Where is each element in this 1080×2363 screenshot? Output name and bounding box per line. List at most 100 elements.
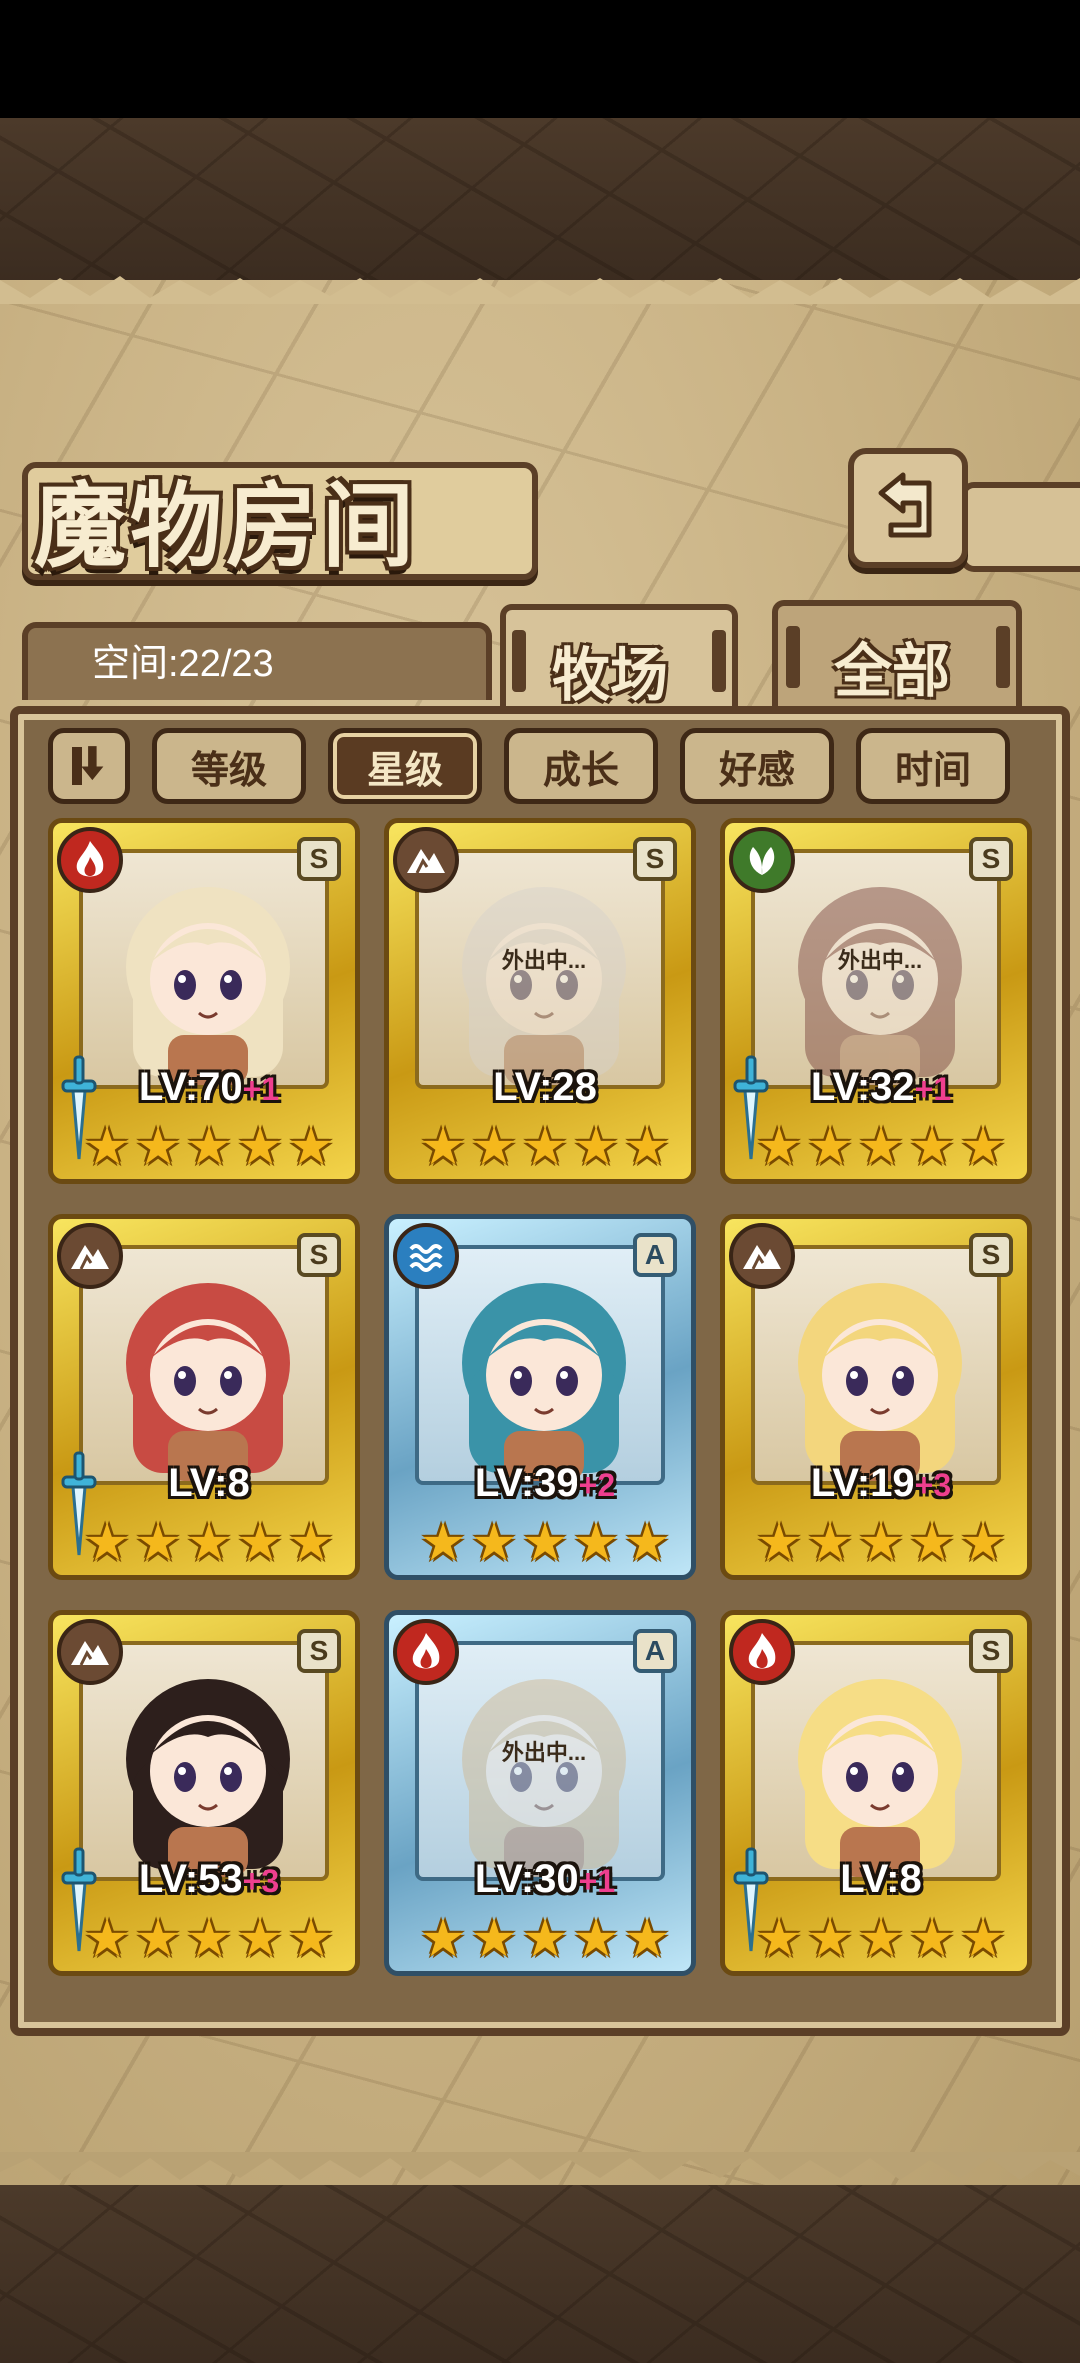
monster-portrait — [462, 1283, 626, 1481]
star-icon: ★ — [623, 1513, 671, 1573]
level-bonus: +1 — [578, 1863, 616, 1899]
star-icon: ★ — [236, 1513, 284, 1573]
level-bonus: +2 — [578, 1467, 616, 1503]
monster-card[interactable]: S LV:19+3 ★ ★ ★ ★ ★ — [720, 1214, 1032, 1580]
torn-edge-bottom — [0, 2152, 1080, 2180]
level-value: LV:8 — [168, 1461, 250, 1505]
star-icon: ★ — [572, 1513, 620, 1573]
capacity-label: 空间:22/23 — [92, 643, 274, 685]
star-icon: ★ — [755, 1513, 803, 1573]
star-icon: ★ — [419, 1117, 467, 1177]
star-rating: ★ ★ ★ ★ ★ — [419, 1121, 671, 1177]
star-icon: ★ — [908, 1513, 956, 1573]
tab-deco-left — [786, 626, 800, 688]
sort-bar: 等级 星级 成长 好感 时间 — [48, 728, 1010, 804]
star-icon: ★ — [185, 1909, 233, 1969]
star-icon: ★ — [908, 1909, 956, 1969]
star-icon: ★ — [470, 1513, 518, 1573]
monster-card[interactable]: 外出中... S LV:28 ★ ★ ★ ★ ★ — [384, 818, 696, 1184]
monster-card[interactable]: A LV:39+2 ★ ★ ★ ★ ★ — [384, 1214, 696, 1580]
star-rating: ★ ★ ★ ★ ★ — [83, 1517, 335, 1573]
mountain-icon — [393, 827, 459, 893]
monster-portrait-frame — [79, 1641, 329, 1881]
star-icon: ★ — [287, 1909, 335, 1969]
star-icon: ★ — [908, 1117, 956, 1177]
monster-card[interactable]: S LV:53+3 ★ ★ ★ ★ ★ — [48, 1610, 360, 1976]
star-icon: ★ — [623, 1117, 671, 1177]
star-icon: ★ — [236, 1117, 284, 1177]
level-bonus: +3 — [914, 1467, 952, 1503]
game-screen: 魔物房间 空间:22/23 牧场 全部 等级 星级 成长 好感 时间 S LV:7… — [0, 0, 1080, 2363]
star-icon: ★ — [470, 1909, 518, 1969]
sort-order-toggle[interactable] — [48, 728, 130, 804]
level-bonus: +1 — [914, 1071, 952, 1107]
monster-portrait — [798, 1679, 962, 1877]
star-icon: ★ — [959, 1513, 1007, 1573]
flame-icon — [393, 1619, 459, 1685]
star-icon: ★ — [236, 1909, 284, 1969]
sort-growth-button[interactable]: 成长 — [504, 728, 658, 804]
star-rating: ★ ★ ★ ★ ★ — [83, 1121, 335, 1177]
monster-level: LV:8 — [53, 1461, 365, 1506]
away-status: 外出中... — [501, 1740, 587, 1765]
star-icon: ★ — [134, 1909, 182, 1969]
star-rating: ★ ★ ★ ★ ★ — [755, 1913, 1007, 1969]
star-icon: ★ — [755, 1117, 803, 1177]
star-icon: ★ — [419, 1513, 467, 1573]
monster-portrait-frame — [79, 849, 329, 1089]
star-rating: ★ ★ ★ ★ ★ — [419, 1913, 671, 1969]
rank-badge: A — [633, 1233, 677, 1277]
monster-card[interactable]: 外出中... S LV:32+1 ★ ★ ★ ★ ★ — [720, 818, 1032, 1184]
star-icon: ★ — [521, 1909, 569, 1969]
star-icon: ★ — [806, 1117, 854, 1177]
monster-card[interactable]: S LV:8 ★ ★ ★ ★ ★ — [720, 1610, 1032, 1976]
monster-level: LV:28 — [389, 1065, 701, 1110]
monster-card[interactable]: S LV:8 ★ ★ ★ ★ ★ — [48, 1214, 360, 1580]
star-icon: ★ — [857, 1513, 905, 1573]
star-icon: ★ — [134, 1117, 182, 1177]
tab-pasture-label: 牧场 — [552, 641, 669, 709]
star-icon: ★ — [419, 1909, 467, 1969]
rank-badge: S — [969, 837, 1013, 881]
level-value: LV:8 — [840, 1857, 922, 1901]
star-icon: ★ — [287, 1117, 335, 1177]
star-icon: ★ — [755, 1909, 803, 1969]
monster-level: LV:19+3 — [725, 1461, 1037, 1506]
monster-level: LV:30+1 — [389, 1857, 701, 1902]
star-icon: ★ — [572, 1909, 620, 1969]
monster-level: LV:39+2 — [389, 1461, 701, 1506]
star-icon: ★ — [185, 1513, 233, 1573]
star-icon: ★ — [521, 1117, 569, 1177]
sort-affection-button[interactable]: 好感 — [680, 728, 834, 804]
level-value: LV:39 — [474, 1461, 579, 1505]
star-rating: ★ ★ ★ ★ ★ — [83, 1913, 335, 1969]
monster-portrait-frame: 外出中... — [415, 849, 665, 1089]
sort-order-icon — [72, 746, 104, 785]
level-value: LV:28 — [493, 1065, 597, 1109]
flame-icon — [57, 827, 123, 893]
star-icon: ★ — [959, 1909, 1007, 1969]
map-background-bottom — [0, 2185, 1080, 2363]
monster-level: LV:53+3 — [53, 1857, 365, 1902]
monster-card[interactable]: 外出中... A LV:30+1 ★ ★ ★ ★ ★ — [384, 1610, 696, 1976]
sort-level-button[interactable]: 等级 — [152, 728, 306, 804]
back-button[interactable] — [848, 448, 968, 568]
rank-badge: S — [633, 837, 677, 881]
sort-time-button[interactable]: 时间 — [856, 728, 1010, 804]
monster-level: LV:32+1 — [725, 1065, 1037, 1110]
monster-portrait — [798, 1283, 962, 1481]
monster-card[interactable]: S LV:70+1 ★ ★ ★ ★ ★ — [48, 818, 360, 1184]
away-status: 外出中... — [501, 948, 587, 973]
star-rating: ★ ★ ★ ★ ★ — [419, 1517, 671, 1573]
star-rating: ★ ★ ★ ★ ★ — [755, 1121, 1007, 1177]
monster-portrait-frame — [751, 1245, 1001, 1485]
star-icon: ★ — [572, 1117, 620, 1177]
rank-badge: S — [969, 1629, 1013, 1673]
star-icon: ★ — [806, 1909, 854, 1969]
monster-portrait — [462, 1679, 626, 1877]
mountain-icon — [57, 1223, 123, 1289]
monster-portrait — [126, 887, 290, 1085]
monster-portrait-frame — [79, 1245, 329, 1485]
sort-star-button[interactable]: 星级 — [328, 728, 482, 804]
level-bonus: +3 — [242, 1863, 280, 1899]
